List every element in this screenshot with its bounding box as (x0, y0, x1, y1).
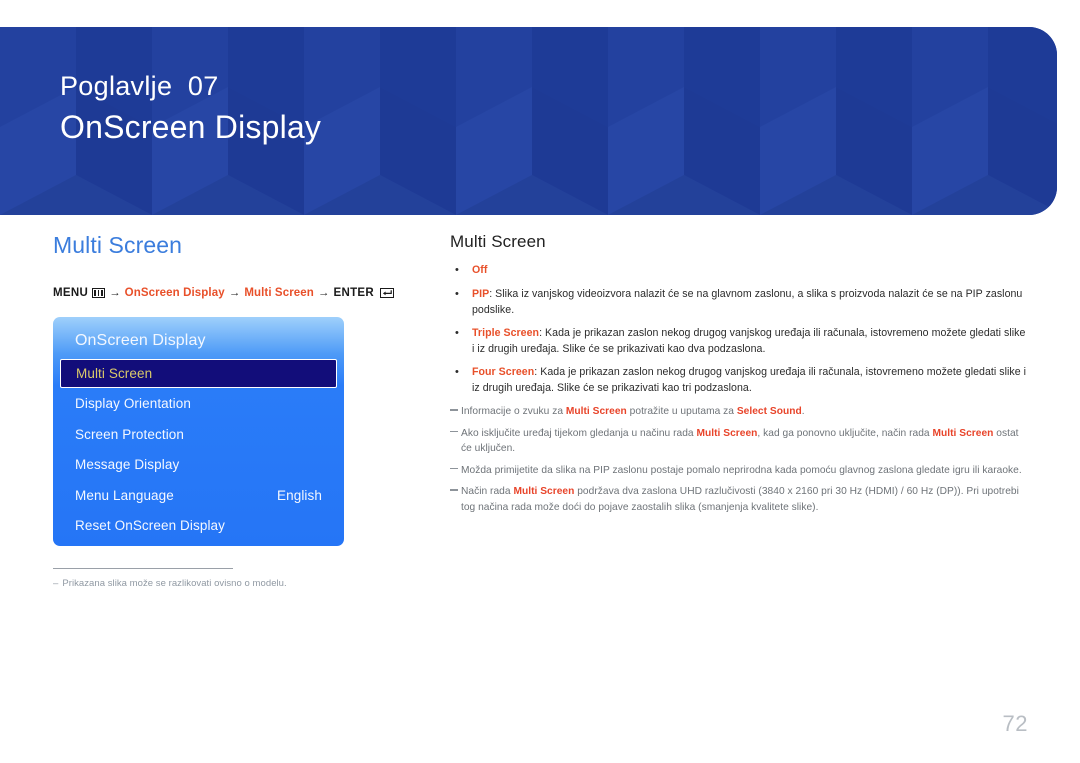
bullet-dot-icon: • (455, 366, 459, 379)
option-term: PIP (472, 287, 490, 300)
chapter-banner: Poglavlje 07 OnScreen Display (0, 27, 1057, 215)
breadcrumb-menu-label: MENU (53, 286, 89, 299)
option-description: : Kada je prikazan zaslon nekog drugog v… (472, 327, 1026, 356)
note-item: Način rada Multi Screen podržava dva zas… (450, 484, 1030, 515)
bullet-text: Triple Screen: Kada je prikazan zaslon n… (472, 325, 1030, 357)
option-term: Four Screen (472, 366, 535, 379)
bullet-dot-icon: • (455, 264, 459, 277)
breadcrumb: MENU → OnScreen Display → Multi Screen →… (53, 287, 413, 299)
note-text: Informacije o zvuku za Multi Screen potr… (461, 406, 805, 418)
osd-item-label: Screen Protection (75, 426, 185, 442)
breadcrumb-arrow-1: → (109, 286, 121, 299)
breadcrumb-step-multi-screen[interactable]: Multi Screen (244, 287, 314, 299)
note-item: Možda primijetite da slika na PIP zaslon… (450, 463, 1030, 479)
section-heading-right: Multi Screen (450, 232, 546, 251)
breadcrumb-step-onscreen-display[interactable]: OnScreen Display (125, 287, 225, 299)
osd-item-label: Display Orientation (75, 396, 191, 412)
option-term: Off (472, 264, 488, 277)
option-term: Triple Screen (472, 327, 540, 340)
chapter-title: OnScreen Display (60, 109, 322, 146)
osd-item-label: Reset OnScreen Display (75, 518, 226, 534)
note-dash-icon (450, 404, 461, 420)
footnote-text: – Prikazana slika može se razlikovati ovi… (53, 577, 353, 590)
note-text: Ako isključite uređaj tijekom gledanja u… (461, 427, 1019, 455)
note-item: Informacije o zvuku za Multi Screen potr… (450, 404, 1030, 420)
osd-menu-item-reset-onscreen-display[interactable]: Reset OnScreen Display (53, 511, 344, 541)
page-number: 72 (1002, 711, 1028, 736)
breadcrumb-arrow-3: → (317, 286, 330, 299)
osd-menu-item-display-orientation[interactable]: Display Orientation (53, 389, 344, 419)
right-column: Multi Screen • Off • PIP: Slika iz vanjs… (450, 232, 1030, 521)
bullet-text: Off (472, 262, 1030, 279)
osd-item-label: Menu Language (75, 487, 174, 503)
note-text: Možda primijetite da slika na PIP zaslon… (461, 464, 1022, 476)
list-item: • PIP: Slika iz vanjskog videoizvora nal… (450, 286, 1030, 318)
note-dash-icon (450, 426, 461, 457)
left-footnote-block: – Prikazana slika može se razlikovati ovi… (53, 567, 353, 590)
bullet-dot-icon: • (455, 287, 459, 300)
chapter-label: Poglavlje 07 (60, 71, 219, 101)
footnote-body: Prikazana slika može se razlikovati ovis… (62, 577, 287, 589)
option-bullet-list: • Off • PIP: Slika iz vanjskog videoizvo… (450, 262, 1030, 396)
bullet-text: PIP: Slika iz vanjskog videoizvora nalaz… (472, 286, 1030, 318)
note-text: Način rada Multi Screen podržava dva zas… (461, 486, 1019, 513)
footnote-divider (53, 567, 233, 569)
option-description: : Slika iz vanjskog videoizvora nalazit … (472, 287, 1023, 316)
section-heading-left: Multi Screen (53, 232, 183, 258)
osd-menu-item-menu-language[interactable]: Menu Language English (53, 480, 344, 510)
list-item: • Off (450, 262, 1030, 279)
osd-item-value: English (277, 487, 322, 503)
osd-item-label: Message Display (75, 457, 180, 473)
list-item: • Four Screen: Kada je prikazan zaslon n… (450, 364, 1030, 396)
osd-menu-item-screen-protection[interactable]: Screen Protection (53, 419, 344, 449)
osd-item-label: Multi Screen (76, 365, 153, 381)
note-dash-icon (450, 484, 461, 515)
osd-menu-panel: OnScreen Display Multi Screen Display Or… (53, 316, 344, 546)
page-content: Multi Screen MENU → OnScreen Display → M… (0, 215, 1080, 763)
list-item: • Triple Screen: Kada je prikazan zaslon… (450, 325, 1030, 357)
note-item: Ako isključite uređaj tijekom gledanja u… (450, 426, 1030, 457)
note-list: Informacije o zvuku za Multi Screen potr… (450, 404, 1030, 515)
enter-return-icon (379, 287, 394, 298)
menu-grid-icon (92, 287, 106, 298)
osd-menu-title: OnScreen Display (75, 331, 206, 349)
osd-menu-item-message-display[interactable]: Message Display (53, 450, 344, 480)
bullet-text: Four Screen: Kada je prikazan zaslon nek… (472, 364, 1030, 396)
breadcrumb-arrow-2: → (228, 286, 241, 299)
footnote-dash: – (53, 577, 59, 589)
banner-title-block: Poglavlje 07 OnScreen Display (60, 69, 321, 149)
left-column: Multi Screen MENU → OnScreen Display → M… (53, 232, 413, 590)
bullet-dot-icon: • (455, 327, 459, 340)
note-dash-icon (450, 463, 461, 479)
option-description: : Kada je prikazan zaslon nekog drugog v… (472, 366, 1027, 395)
osd-menu-item-multi-screen[interactable]: Multi Screen (60, 358, 337, 388)
breadcrumb-enter-label: ENTER (333, 286, 374, 299)
